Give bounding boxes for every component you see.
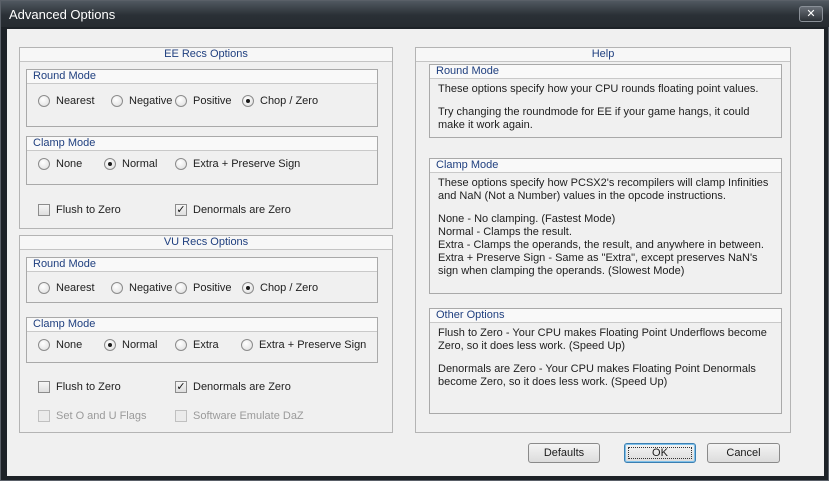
defaults-button[interactable]: Defaults xyxy=(528,443,600,463)
help-round-mode-p2: Try changing the roundmode for EE if you… xyxy=(438,106,750,131)
vu-clamp-mode-box: Clamp Mode None Normal Extra Extra + Pre… xyxy=(26,317,378,363)
vu-denormals-are-zero-label: Denormals are Zero xyxy=(193,381,291,393)
help-other-options-p1: Flush to Zero - Your CPU makes Floating … xyxy=(438,327,767,352)
title-bar[interactable]: Advanced Options ✕ xyxy=(1,1,829,27)
help-round-mode-box: Round Mode These options specify how you… xyxy=(429,64,782,138)
radio-icon xyxy=(175,282,187,294)
help-title: Help xyxy=(416,48,790,62)
checkbox-icon xyxy=(175,410,187,422)
advanced-options-window: Advanced Options ✕ EE Recs Options Round… xyxy=(0,0,829,481)
radio-icon xyxy=(175,158,187,170)
cancel-button[interactable]: Cancel xyxy=(707,443,780,463)
help-group: Help Round Mode These options specify ho… xyxy=(415,47,791,433)
vu-round-positive-label: Positive xyxy=(193,282,232,294)
vu-round-mode-box: Round Mode Nearest Negative Positive Cho… xyxy=(26,257,378,303)
radio-icon xyxy=(175,95,187,107)
radio-icon xyxy=(38,282,50,294)
help-round-mode-title: Round Mode xyxy=(430,65,781,79)
help-other-options-box: Other Options Flush to Zero - Your CPU m… xyxy=(429,308,782,414)
help-clamp-mode-normal: Normal - Clamps the result. xyxy=(438,226,572,238)
help-clamp-mode-p1: These options specify how PCSX2's recomp… xyxy=(438,177,769,202)
vu-flush-to-zero-label: Flush to Zero xyxy=(56,381,121,393)
ee-round-nearest-label: Nearest xyxy=(56,95,95,107)
radio-icon xyxy=(38,95,50,107)
vu-round-nearest-label: Nearest xyxy=(56,282,95,294)
vu-round-chop-zero-label: Chop / Zero xyxy=(260,282,319,294)
radio-icon xyxy=(111,95,123,107)
ee-round-mode-title: Round Mode xyxy=(27,70,377,84)
help-clamp-mode-none: None - No clamping. (Fastest Mode) xyxy=(438,213,616,225)
radio-icon xyxy=(175,339,187,351)
radio-selected-icon xyxy=(104,158,116,170)
ee-recs-options-group: EE Recs Options Round Mode Nearest Negat… xyxy=(19,47,393,229)
radio-selected-icon xyxy=(242,282,254,294)
radio-selected-icon xyxy=(104,339,116,351)
vu-set-o-u-flags-label: Set O and U Flags xyxy=(56,410,147,422)
radio-selected-icon xyxy=(242,95,254,107)
close-icon[interactable]: ✕ xyxy=(799,6,823,22)
ee-clamp-normal-label: Normal xyxy=(122,158,158,170)
help-clamp-mode-text: These options specify how PCSX2's recomp… xyxy=(438,177,775,278)
vu-round-negative-label: Negative xyxy=(129,282,173,294)
ee-round-mode-box: Round Mode Nearest Negative Positive Cho… xyxy=(26,69,378,127)
vu-software-emulate-daz-label: Software Emulate DaZ xyxy=(193,410,304,422)
vu-clamp-extra-label: Extra xyxy=(193,339,219,351)
vu-round-mode-title: Round Mode xyxy=(27,258,377,272)
help-clamp-mode-extra-preserve: Extra + Preserve Sign - Same as "Extra",… xyxy=(438,252,758,277)
help-other-options-text: Flush to Zero - Your CPU makes Floating … xyxy=(438,327,775,389)
ee-clamp-none-label: None xyxy=(56,158,83,170)
vu-clamp-mode-title: Clamp Mode xyxy=(27,318,377,332)
ee-clamp-mode-title: Clamp Mode xyxy=(27,137,377,151)
vu-recs-options-group: VU Recs Options Round Mode Nearest Negat… xyxy=(19,235,393,433)
help-other-options-title: Other Options xyxy=(430,309,781,323)
vu-clamp-extra-preserve-label: Extra + Preserve Sign xyxy=(259,339,367,351)
ok-button[interactable]: OK xyxy=(624,443,696,463)
radio-icon xyxy=(38,158,50,170)
window-title: Advanced Options xyxy=(9,7,116,22)
help-other-options-p2: Denormals are Zero - Your CPU makes Floa… xyxy=(438,363,756,388)
dialog-client-area: EE Recs Options Round Mode Nearest Negat… xyxy=(7,29,824,476)
ee-round-chop-zero-label: Chop / Zero xyxy=(260,95,319,107)
ee-round-negative-label: Negative xyxy=(129,95,173,107)
focus-rect xyxy=(628,447,692,459)
ee-flush-to-zero-label: Flush to Zero xyxy=(56,204,121,216)
checkbox-icon xyxy=(38,381,50,393)
help-clamp-mode-title: Clamp Mode xyxy=(430,159,781,173)
checkmark-icon: ✓ xyxy=(175,204,187,216)
help-clamp-mode-box: Clamp Mode These options specify how PCS… xyxy=(429,158,782,294)
radio-icon xyxy=(38,339,50,351)
ee-denormals-are-zero-label: Denormals are Zero xyxy=(193,204,291,216)
ee-clamp-mode-box: Clamp Mode None Normal Extra + Preserve … xyxy=(26,136,378,185)
help-round-mode-p1: These options specify how your CPU round… xyxy=(438,83,759,95)
vu-clamp-normal-label: Normal xyxy=(122,339,158,351)
checkbox-icon xyxy=(38,204,50,216)
ee-round-positive-label: Positive xyxy=(193,95,232,107)
ee-clamp-extra-preserve-label: Extra + Preserve Sign xyxy=(193,158,301,170)
radio-icon xyxy=(111,282,123,294)
vu-clamp-none-label: None xyxy=(56,339,83,351)
vu-recs-options-title: VU Recs Options xyxy=(20,236,392,250)
radio-icon xyxy=(241,339,253,351)
help-clamp-mode-extra: Extra - Clamps the operands, the result,… xyxy=(438,239,764,251)
checkmark-icon: ✓ xyxy=(175,381,187,393)
help-round-mode-text: These options specify how your CPU round… xyxy=(438,83,775,132)
ee-recs-options-title: EE Recs Options xyxy=(20,48,392,62)
checkbox-icon xyxy=(38,410,50,422)
